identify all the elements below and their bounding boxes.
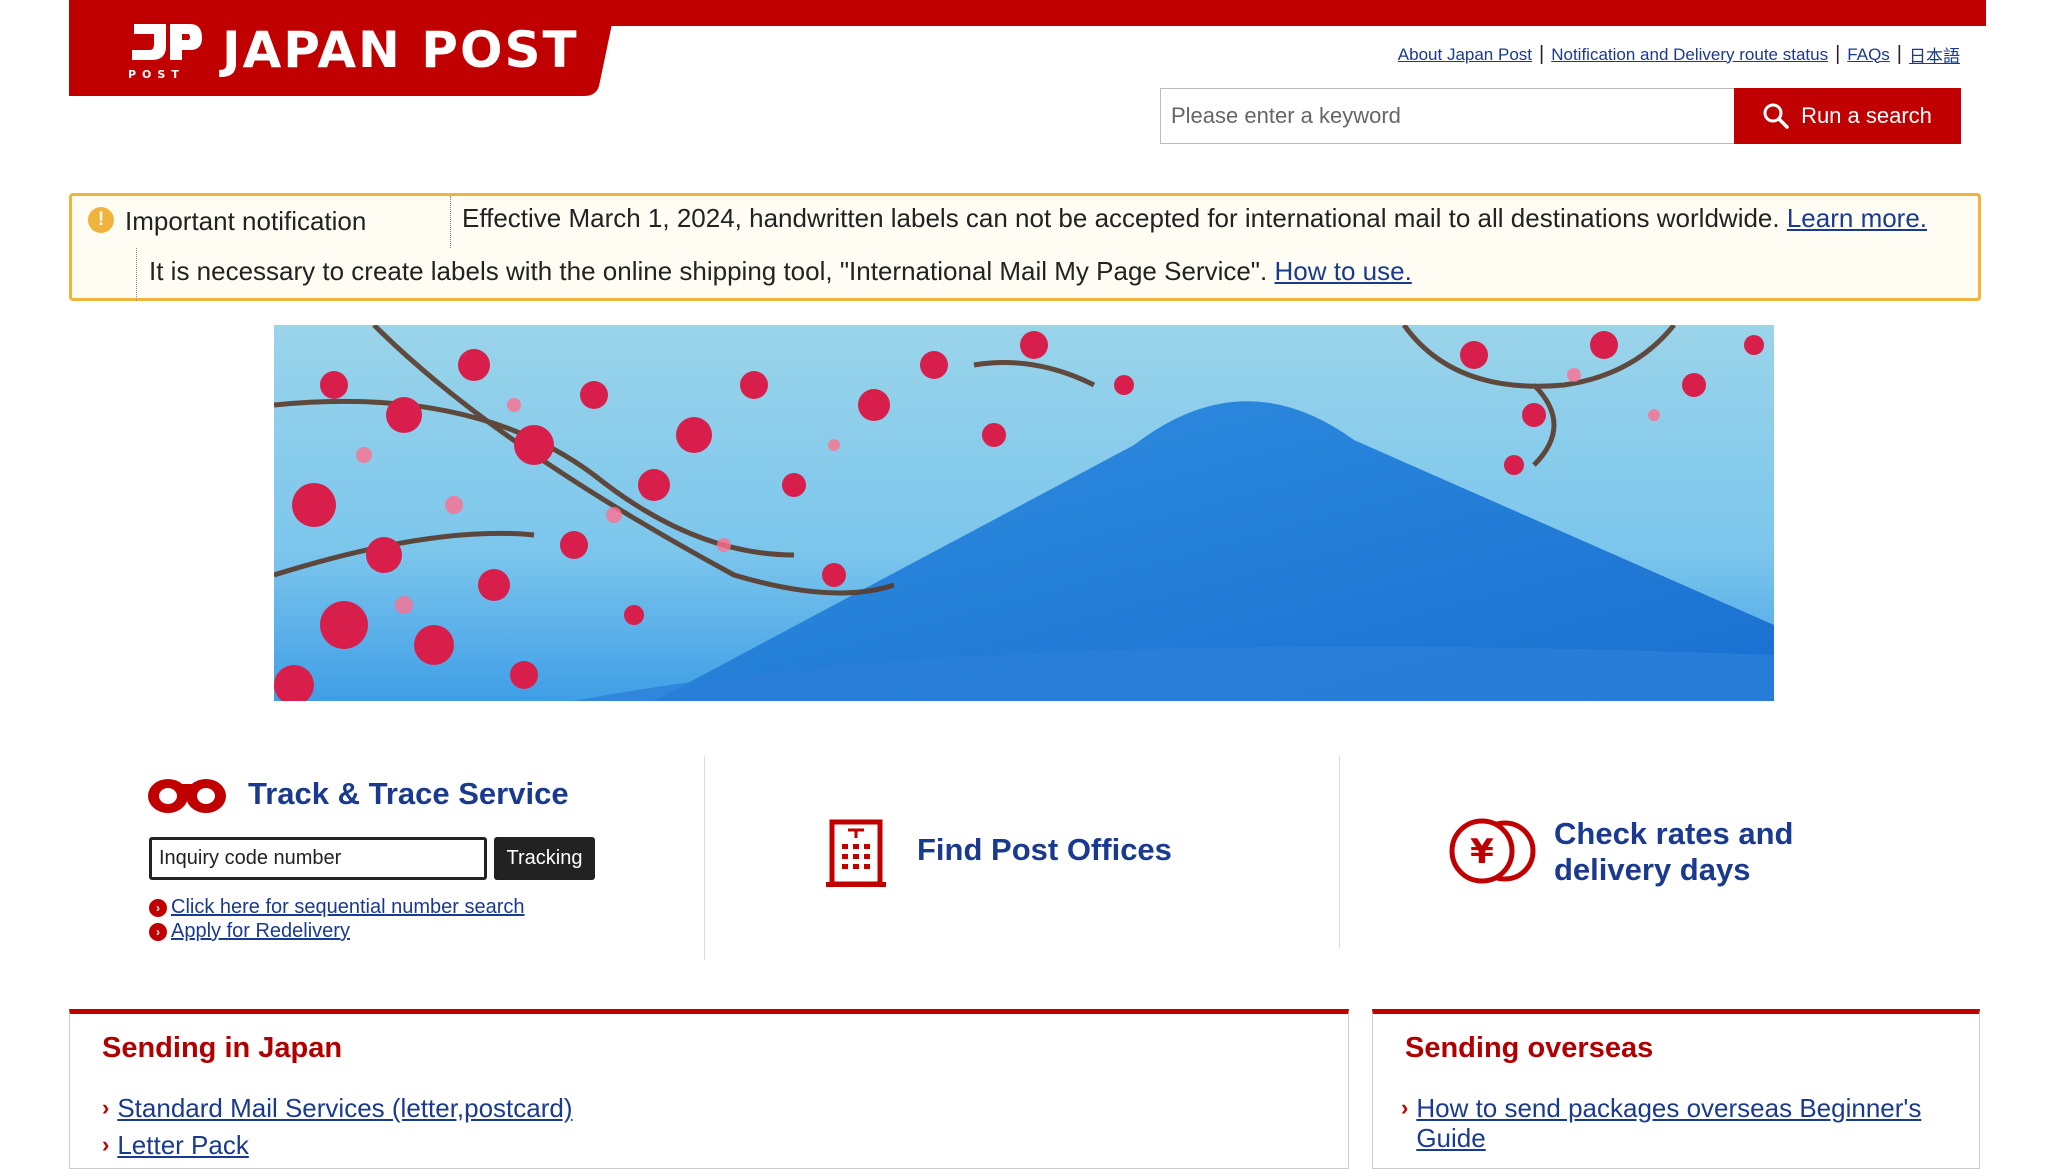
- notification-text-1: Effective March 1, 2024, handwritten lab…: [462, 203, 1927, 234]
- notification-message: Effective March 1, 2024, handwritten lab…: [462, 203, 1780, 233]
- inquiry-code-input[interactable]: [149, 837, 487, 880]
- list-item: › Letter Pack: [102, 1130, 249, 1160]
- svg-text:¥: ¥: [1470, 832, 1494, 872]
- divider: [1339, 756, 1340, 948]
- post-office-building-icon[interactable]: [826, 818, 886, 888]
- sequential-search-link-row: › Click here for sequential number searc…: [149, 896, 525, 919]
- mount-fuji-plum-blossom-image: [274, 325, 1774, 701]
- about-japan-post-link[interactable]: About Japan Post: [1398, 45, 1532, 65]
- divider: [450, 196, 451, 248]
- tracking-button[interactable]: Tracking: [494, 837, 595, 880]
- sending-in-japan-title: Sending in Japan: [102, 1032, 343, 1064]
- sequential-number-search-link[interactable]: Click here for sequential number search: [171, 896, 525, 919]
- separator: |: [1896, 43, 1902, 65]
- search-input[interactable]: [1160, 88, 1738, 144]
- check-rates-line1: Check rates and: [1554, 816, 1794, 851]
- exclamation-icon: !: [88, 207, 114, 233]
- chevron-right-icon: ›: [149, 922, 167, 941]
- separator: |: [1539, 43, 1545, 65]
- separator: |: [1835, 43, 1841, 65]
- important-notification: ! Important notification Effective March…: [69, 193, 1981, 301]
- divider: [704, 756, 705, 960]
- chevron-right-icon: ›: [1401, 1095, 1409, 1120]
- logo-text: JAPAN POST: [222, 21, 579, 79]
- apply-redelivery-link[interactable]: Apply for Redelivery: [171, 920, 350, 943]
- utility-links: About Japan Post | Notification and Deli…: [1398, 42, 1960, 67]
- yen-coins-icon: ¥: [1449, 818, 1536, 884]
- track-trace-title: Track & Trace Service: [248, 776, 569, 811]
- faqs-link[interactable]: FAQs: [1847, 45, 1890, 65]
- letter-pack-link[interactable]: Letter Pack: [117, 1130, 249, 1160]
- notification-label: Important notification: [125, 206, 367, 236]
- overseas-beginners-guide-link[interactable]: How to send packages overseas Beginner's…: [1416, 1093, 1961, 1153]
- binoculars-icon: [148, 779, 226, 813]
- search-button[interactable]: Run a search: [1734, 88, 1961, 144]
- check-rates-link[interactable]: Check rates and delivery days: [1554, 816, 1794, 888]
- list-item: › How to send packages overseas Beginner…: [1401, 1093, 1961, 1153]
- japanese-language-link[interactable]: 日本語: [1909, 42, 1960, 67]
- learn-more-link[interactable]: Learn more.: [1787, 203, 1927, 233]
- notification-message: It is necessary to create labels with th…: [149, 256, 1268, 286]
- svg-text:POST: POST: [128, 68, 185, 80]
- chevron-right-icon: ›: [102, 1095, 110, 1120]
- sending-in-japan-panel: Sending in Japan › Standard Mail Service…: [69, 1009, 1349, 1169]
- notification-text-2: It is necessary to create labels with th…: [149, 256, 1412, 287]
- chevron-right-icon: ›: [149, 898, 167, 917]
- search-button-label: Run a search: [1801, 103, 1932, 128]
- how-to-use-link[interactable]: How to use.: [1275, 256, 1412, 286]
- hero-banner[interactable]: [274, 325, 1774, 701]
- standard-mail-link[interactable]: Standard Mail Services (letter,postcard): [117, 1093, 572, 1123]
- chevron-right-icon: ›: [102, 1132, 110, 1157]
- list-item: › Standard Mail Services (letter,postcar…: [102, 1093, 573, 1123]
- divider: [136, 248, 137, 301]
- find-post-offices-link[interactable]: Find Post Offices: [917, 832, 1172, 868]
- jp-post-mark-icon: POST: [128, 24, 202, 80]
- sending-overseas-panel: Sending overseas › How to send packages …: [1372, 1009, 1980, 1169]
- redelivery-link-row: › Apply for Redelivery: [149, 920, 350, 943]
- notification-status-link[interactable]: Notification and Delivery route status: [1551, 45, 1828, 65]
- sending-overseas-title: Sending overseas: [1405, 1032, 1654, 1064]
- check-rates-line2: delivery days: [1554, 852, 1751, 887]
- search-icon: [1763, 103, 1789, 129]
